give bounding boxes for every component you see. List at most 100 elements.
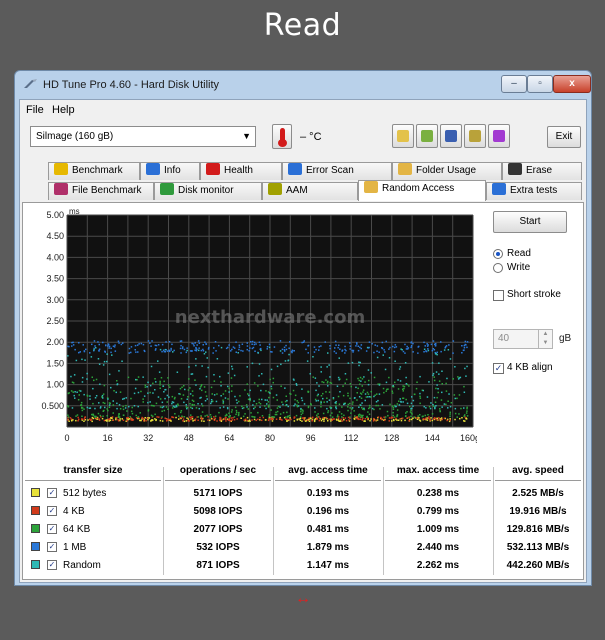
resize-arrows-icon[interactable]: ↔ (292, 590, 314, 610)
data-point (433, 376, 435, 378)
data-point (271, 418, 273, 421)
data-point (81, 376, 84, 379)
minimize-button[interactable]: – (501, 75, 527, 93)
series-checkbox[interactable]: ✓ (47, 506, 57, 516)
data-point (342, 394, 345, 397)
data-point (118, 370, 120, 372)
data-point (449, 419, 451, 421)
series-checkbox[interactable]: ✓ (47, 488, 57, 498)
write-radio[interactable] (493, 263, 503, 273)
data-point (183, 348, 186, 351)
series-checkbox[interactable]: ✓ (47, 560, 57, 570)
data-point (377, 399, 379, 402)
data-point (302, 417, 304, 419)
data-point (268, 418, 270, 420)
align-checkbox[interactable]: ✓ (493, 363, 504, 374)
data-point (327, 420, 329, 422)
data-point (301, 341, 303, 344)
tab-random-access[interactable]: Random Access (358, 180, 486, 201)
data-point (112, 400, 114, 402)
maximize-button[interactable]: ▫ (527, 75, 553, 93)
data-point (377, 404, 379, 407)
data-point (361, 416, 363, 418)
data-point (98, 363, 101, 365)
data-point (351, 407, 354, 409)
data-point (325, 416, 328, 419)
data-point (382, 387, 385, 390)
data-point (360, 414, 362, 416)
short-stroke-spinner[interactable]: 40 ▲ ▼ (493, 329, 553, 349)
tab-folder-usage[interactable]: Folder Usage (392, 162, 502, 180)
data-point (397, 388, 400, 390)
data-point (251, 343, 253, 345)
data-point (435, 352, 437, 355)
spinner-arrows-icon[interactable]: ▲ ▼ (538, 330, 552, 348)
data-point (440, 341, 442, 343)
tab-extra-tests[interactable]: Extra tests (486, 182, 582, 200)
copy-info-button[interactable] (392, 124, 414, 148)
options-button[interactable] (464, 124, 486, 148)
data-point (235, 413, 237, 416)
data-point (178, 393, 180, 395)
data-point (186, 349, 188, 352)
data-point (104, 406, 106, 409)
short-stroke-unit: gB (559, 333, 572, 344)
data-point (417, 352, 419, 354)
data-point (204, 341, 206, 343)
data-point (437, 391, 439, 394)
close-button[interactable]: x (553, 75, 591, 93)
data-point (169, 418, 172, 421)
tab-error-scan[interactable]: Error Scan (282, 162, 392, 180)
download-button[interactable] (488, 124, 510, 148)
series-checkbox[interactable]: ✓ (47, 542, 57, 552)
tab-health[interactable]: Health (200, 162, 282, 180)
start-button[interactable]: Start (493, 211, 567, 233)
data-point (79, 351, 81, 353)
data-point (362, 389, 365, 391)
tab-disk-monitor[interactable]: Disk monitor (154, 182, 262, 200)
data-point (307, 352, 309, 354)
data-point (423, 405, 425, 408)
drive-select[interactable]: Silmage (160 gB) ▼ (30, 126, 256, 147)
data-point (406, 411, 408, 413)
data-point (282, 403, 284, 406)
save-button[interactable] (440, 124, 462, 148)
data-point (173, 349, 175, 352)
tab-benchmark[interactable]: Benchmark (48, 162, 140, 180)
read-radio[interactable] (493, 249, 503, 259)
data-point (463, 420, 465, 422)
data-point (118, 342, 120, 344)
copy-screenshot-button[interactable] (416, 124, 438, 148)
info-icon (146, 163, 160, 175)
tab-file-benchmark[interactable]: File Benchmark (48, 182, 154, 200)
data-point (106, 420, 108, 422)
data-point (410, 345, 413, 347)
data-point (115, 418, 117, 421)
table-row: ✓ 64 KB 2077 IOPS 0.481 ms 1.009 ms 129.816 M… (25, 522, 581, 540)
data-point (108, 404, 111, 406)
data-point (347, 392, 349, 395)
data-point (435, 417, 437, 420)
tab-aam[interactable]: AAM (262, 182, 358, 200)
title-bar[interactable]: HD Tune Pro 4.60 - Hard Disk Utility – ▫… (15, 71, 591, 99)
exit-button[interactable]: Exit (547, 126, 581, 148)
data-point (68, 392, 70, 394)
data-point (200, 415, 202, 417)
data-point (84, 416, 86, 419)
temperature-button[interactable] (272, 124, 292, 149)
data-point (68, 345, 70, 348)
menu-file[interactable]: File (26, 104, 44, 116)
data-point (454, 407, 457, 410)
data-point (253, 343, 256, 346)
data-point (314, 377, 317, 379)
tab-erase[interactable]: Erase (502, 162, 582, 180)
data-point (441, 370, 443, 372)
data-point (408, 420, 410, 422)
data-point (159, 384, 161, 386)
data-point (322, 392, 324, 395)
series-checkbox[interactable]: ✓ (47, 524, 57, 534)
data-point (107, 398, 109, 400)
menu-help[interactable]: Help (52, 104, 75, 116)
short-stroke-checkbox[interactable] (493, 290, 504, 301)
tab-info[interactable]: Info (140, 162, 200, 180)
